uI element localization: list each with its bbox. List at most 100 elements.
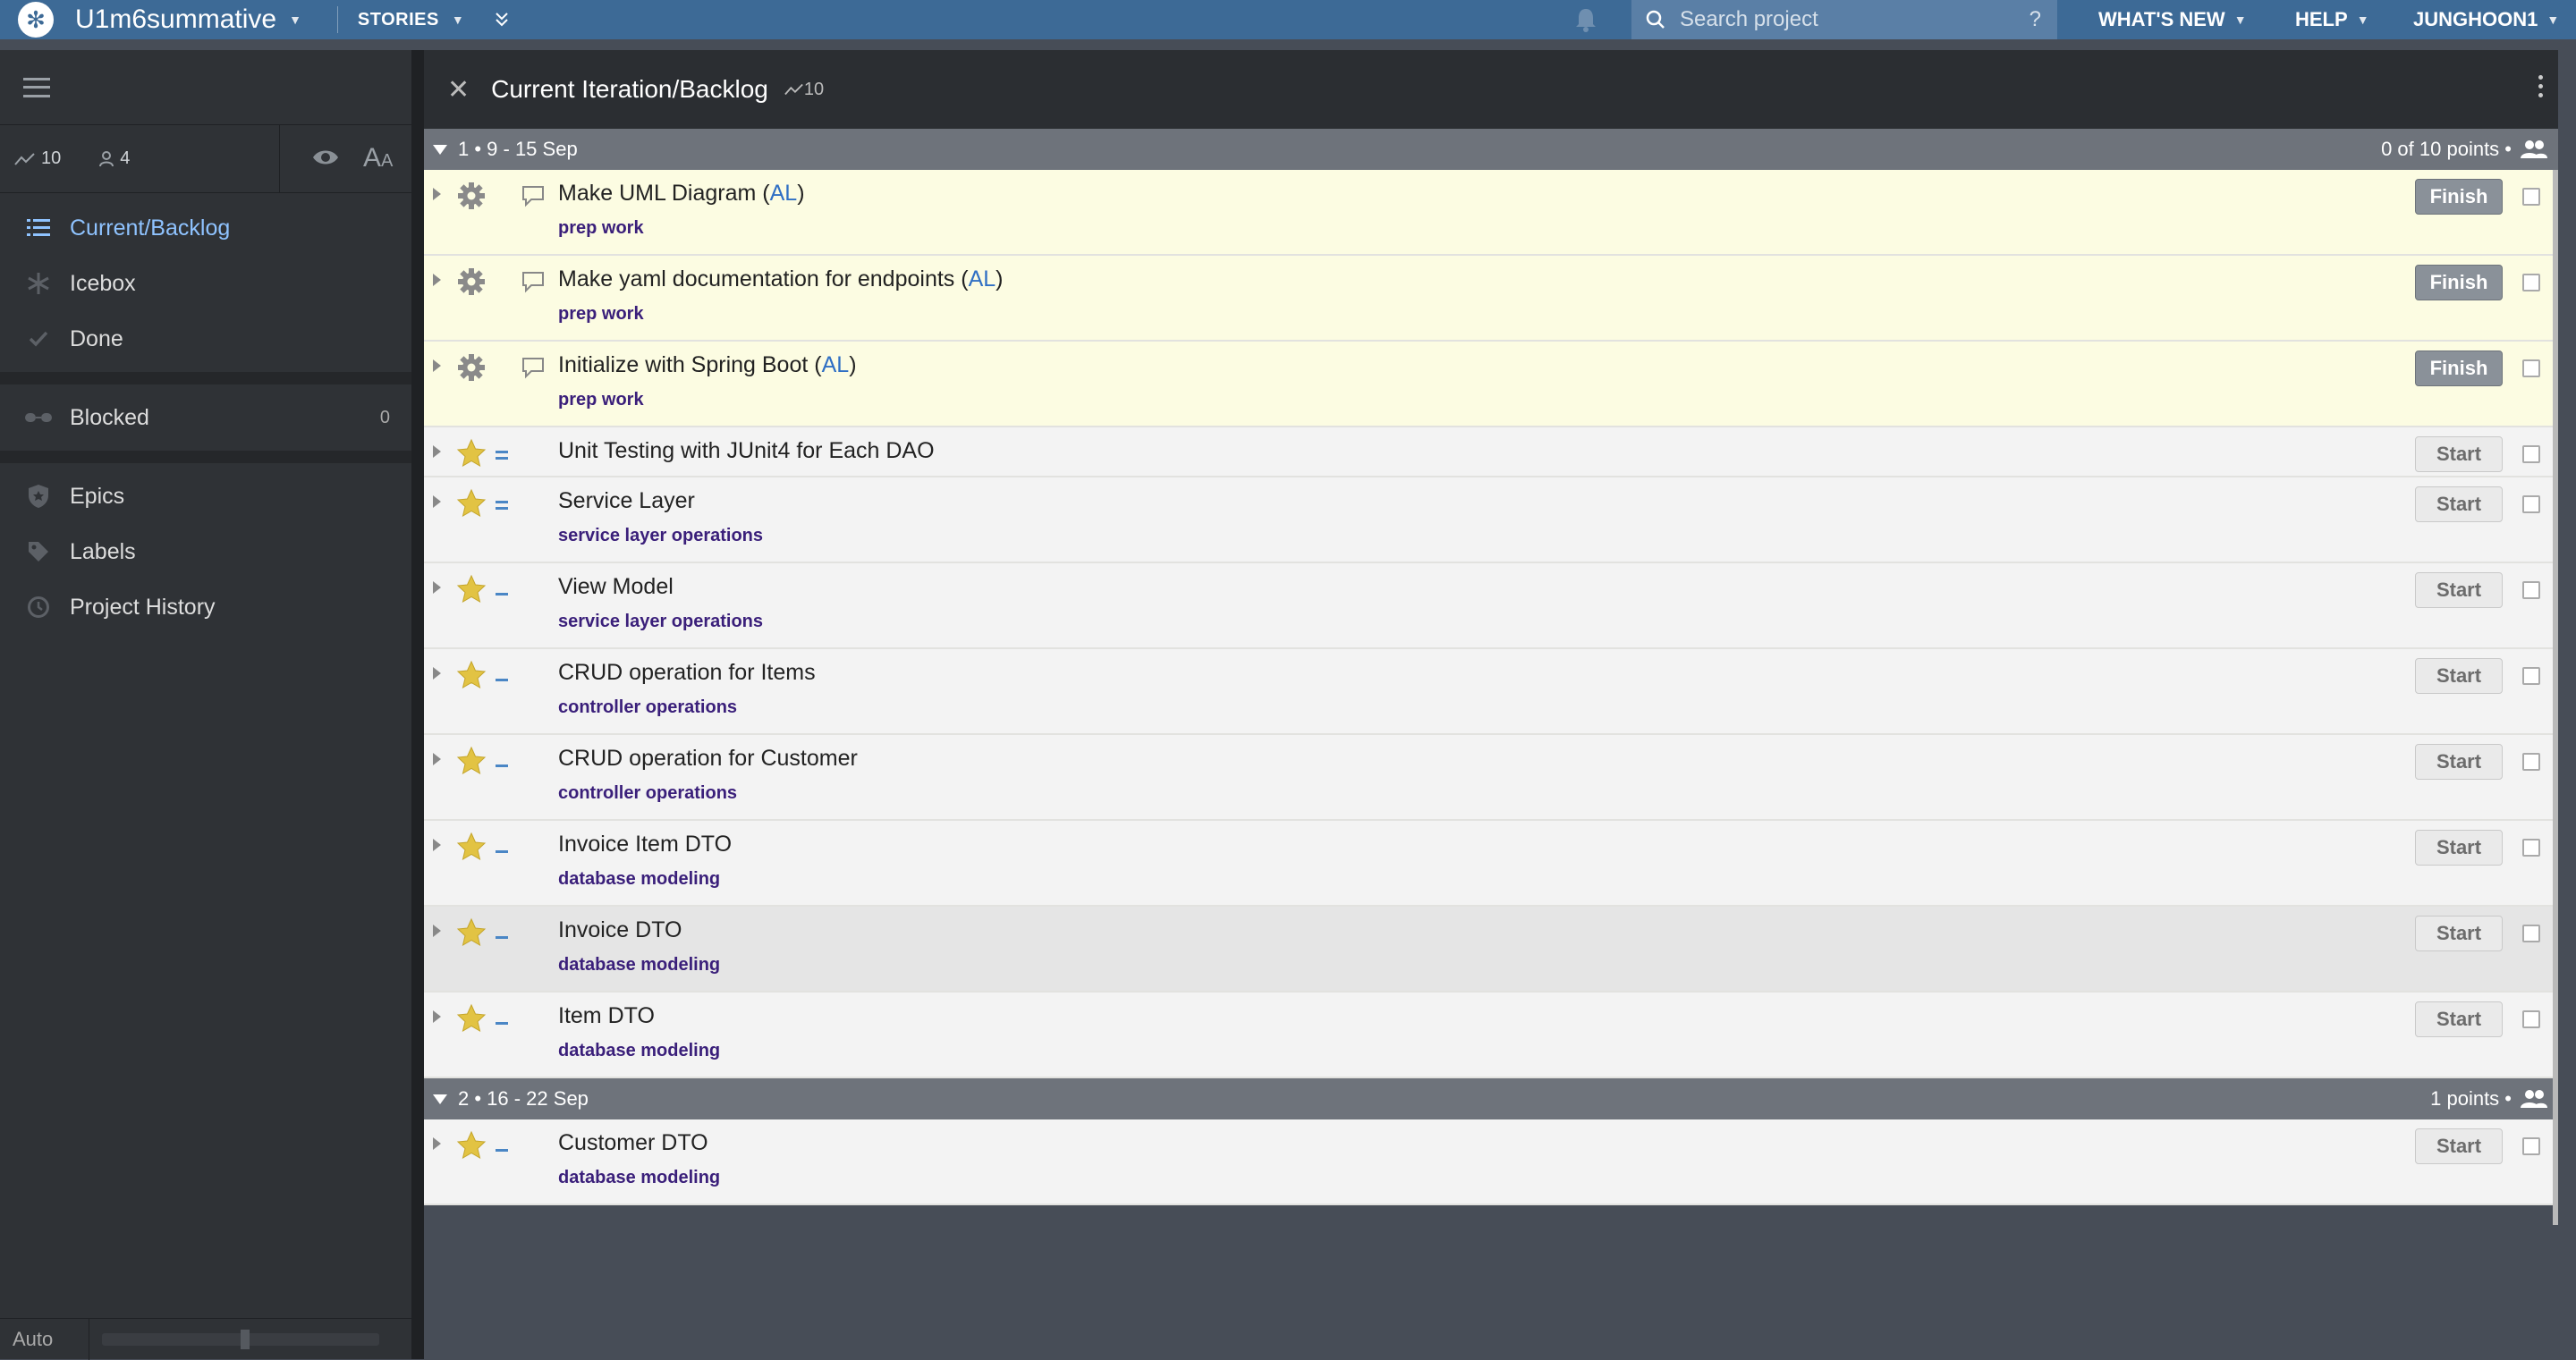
sidebar-item-labels[interactable]: Labels — [0, 524, 411, 579]
finish-button[interactable]: Finish — [2415, 179, 2503, 215]
story-title[interactable]: Invoice DTO — [558, 917, 682, 943]
expand-story-icon[interactable] — [433, 188, 441, 200]
finish-button[interactable]: Finish — [2415, 265, 2503, 300]
story-title[interactable]: CRUD operation for Items — [558, 660, 816, 686]
start-button[interactable]: Start — [2415, 744, 2503, 780]
story-row[interactable]: CRUD operation for Customer controller op… — [424, 735, 2558, 821]
double-chevron-down-icon[interactable] — [493, 11, 511, 29]
story-title[interactable]: CRUD operation for Customer — [558, 746, 858, 772]
story-label-tag[interactable]: prep work — [558, 218, 644, 239]
story-row[interactable]: Item DTO database modeling Start — [424, 993, 2558, 1078]
stories-caret-icon[interactable]: ▼ — [452, 13, 464, 27]
start-button[interactable]: Start — [2415, 1128, 2503, 1164]
user-menu[interactable]: JUNGHOON1 ▼ — [2413, 0, 2559, 39]
story-label-tag[interactable]: service layer operations — [558, 526, 763, 546]
finish-button[interactable]: Finish — [2415, 351, 2503, 386]
scrollbar[interactable] — [2553, 170, 2558, 1225]
velocity-stat[interactable]: 10 — [14, 148, 61, 169]
search-bar[interactable]: ? — [1631, 0, 2057, 39]
story-select-checkbox[interactable] — [2522, 359, 2540, 377]
story-row[interactable]: Make yaml documentation for endpoints (A… — [424, 256, 2558, 342]
start-button[interactable]: Start — [2415, 916, 2503, 951]
story-select-checkbox[interactable] — [2522, 581, 2540, 599]
story-label-tag[interactable]: controller operations — [558, 783, 737, 804]
collapse-triangle-icon[interactable] — [433, 1094, 447, 1104]
story-select-checkbox[interactable] — [2522, 667, 2540, 685]
estimate-icon[interactable] — [496, 930, 508, 939]
whats-new-menu[interactable]: WHAT'S NEW ▼ — [2098, 0, 2247, 39]
team-icon[interactable] — [2521, 1089, 2547, 1109]
story-title[interactable]: Customer DTO — [558, 1130, 708, 1156]
story-row[interactable]: Customer DTO database modeling Start — [424, 1119, 2558, 1205]
members-stat[interactable]: 4 — [98, 148, 130, 169]
story-owner-link[interactable]: AL — [969, 266, 996, 291]
story-title[interactable]: Initialize with Spring Boot (AL) — [558, 352, 857, 378]
stories-menu[interactable]: STORIES — [358, 10, 439, 30]
estimate-icon[interactable] — [496, 501, 508, 510]
story-title[interactable]: Invoice Item DTO — [558, 832, 732, 857]
sidebar-item-done[interactable]: Done — [0, 311, 411, 367]
expand-story-icon[interactable] — [433, 359, 441, 372]
start-button[interactable]: Start — [2415, 658, 2503, 694]
estimate-icon[interactable] — [496, 672, 508, 681]
story-label-tag[interactable]: service layer operations — [558, 612, 763, 632]
expand-story-icon[interactable] — [433, 581, 441, 594]
start-button[interactable]: Start — [2415, 486, 2503, 522]
team-icon[interactable] — [2521, 139, 2547, 159]
story-label-tag[interactable]: prep work — [558, 390, 644, 410]
iteration-header[interactable]: 1 • 9 - 15 Sep 0 of 10 points • — [424, 129, 2558, 170]
story-owner-link[interactable]: AL — [822, 352, 850, 377]
close-panel-icon[interactable]: ✕ — [447, 74, 470, 106]
story-row[interactable]: Service Layer service layer operations Sta… — [424, 477, 2558, 563]
collapse-triangle-icon[interactable] — [433, 144, 447, 155]
expand-story-icon[interactable] — [433, 1137, 441, 1150]
eye-icon[interactable] — [311, 147, 340, 168]
story-row[interactable]: Unit Testing with JUnit4 for Each DAO Sta… — [424, 427, 2558, 477]
story-title[interactable]: Service Layer — [558, 488, 695, 514]
panel-separator[interactable] — [411, 50, 424, 1359]
story-label-tag[interactable]: prep work — [558, 304, 644, 325]
story-owner-link[interactable]: AL — [770, 181, 798, 206]
expand-story-icon[interactable] — [433, 753, 441, 765]
story-label-tag[interactable]: database modeling — [558, 955, 720, 976]
story-select-checkbox[interactable] — [2522, 839, 2540, 857]
story-select-checkbox[interactable] — [2522, 925, 2540, 942]
story-select-checkbox[interactable] — [2522, 188, 2540, 206]
expand-story-icon[interactable] — [433, 839, 441, 851]
story-select-checkbox[interactable] — [2522, 495, 2540, 513]
story-title[interactable]: Make UML Diagram (AL) — [558, 181, 805, 207]
expand-story-icon[interactable] — [433, 667, 441, 680]
project-name[interactable]: U1m6summative — [75, 4, 276, 35]
story-title[interactable]: Make yaml documentation for endpoints (A… — [558, 266, 1004, 292]
expand-story-icon[interactable] — [433, 445, 441, 458]
story-title[interactable]: View Model — [558, 574, 674, 600]
expand-story-icon[interactable] — [433, 925, 441, 937]
sidebar-item-icebox[interactable]: Icebox — [0, 256, 411, 311]
story-title[interactable]: Unit Testing with JUnit4 for Each DAO — [558, 438, 935, 464]
estimate-icon[interactable] — [496, 1143, 508, 1152]
project-dropdown-caret-icon[interactable]: ▼ — [289, 13, 301, 27]
story-label-tag[interactable]: database modeling — [558, 1168, 720, 1188]
start-button[interactable]: Start — [2415, 436, 2503, 472]
start-button[interactable]: Start — [2415, 830, 2503, 866]
story-select-checkbox[interactable] — [2522, 274, 2540, 291]
estimate-icon[interactable] — [496, 844, 508, 853]
expand-story-icon[interactable] — [433, 274, 441, 286]
sidebar-item-blocked[interactable]: Blocked 0 — [0, 390, 411, 445]
story-row[interactable]: Initialize with Spring Boot (AL) prep wor… — [424, 342, 2558, 427]
story-title[interactable]: Item DTO — [558, 1003, 655, 1029]
sidebar-item-epics[interactable]: Epics — [0, 469, 411, 524]
estimate-icon[interactable] — [496, 451, 508, 460]
story-select-checkbox[interactable] — [2522, 1010, 2540, 1028]
notification-bell-icon[interactable] — [1574, 7, 1597, 32]
story-select-checkbox[interactable] — [2522, 1137, 2540, 1155]
help-menu[interactable]: HELP ▼ — [2295, 0, 2369, 39]
estimate-icon[interactable] — [496, 758, 508, 767]
app-logo-icon[interactable]: ✻ — [18, 2, 54, 38]
text-size-icon[interactable]: AA — [363, 143, 393, 173]
estimate-icon[interactable] — [496, 1016, 508, 1025]
story-row[interactable]: Invoice Item DTO database modeling Start — [424, 821, 2558, 907]
story-row[interactable]: CRUD operation for Items controller opera… — [424, 649, 2558, 735]
start-button[interactable]: Start — [2415, 572, 2503, 608]
hamburger-menu-icon[interactable] — [23, 77, 50, 97]
